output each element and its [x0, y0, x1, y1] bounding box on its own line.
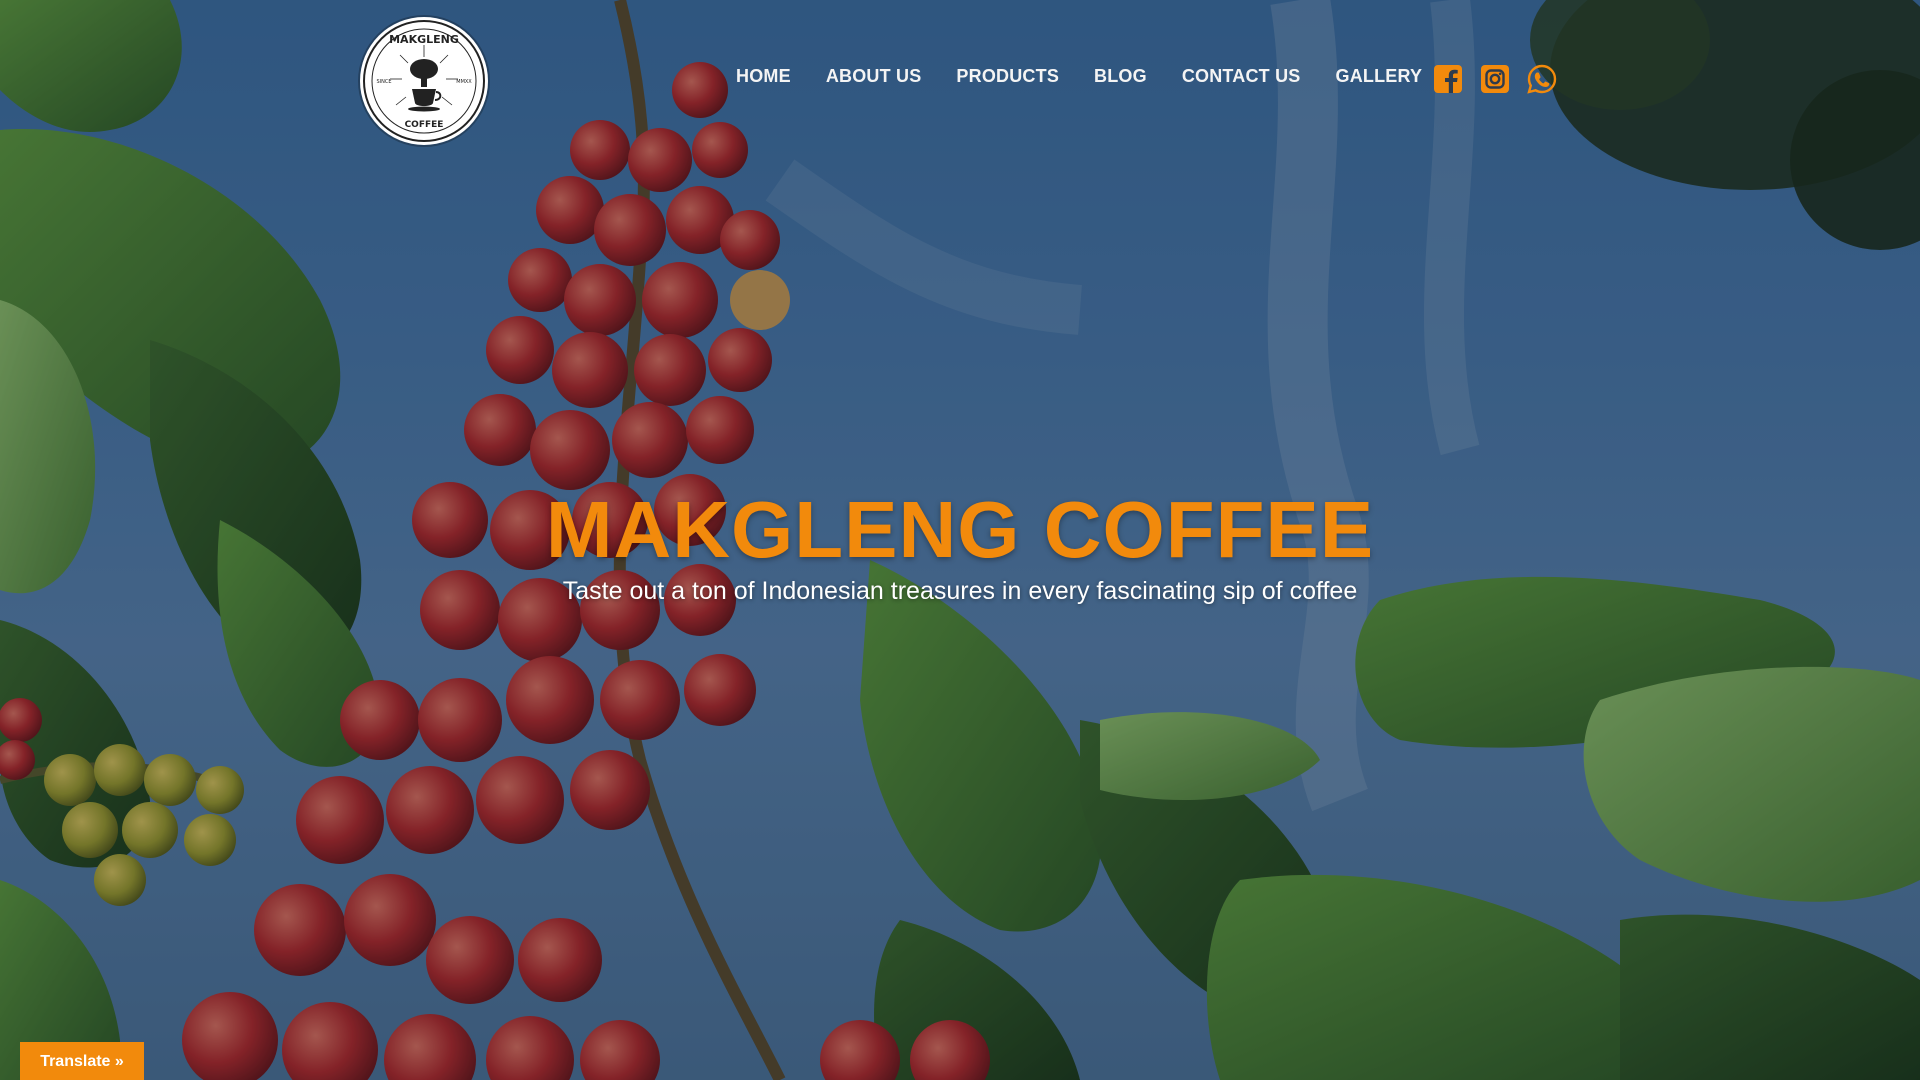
- nav-item-products[interactable]: PRODUCTS: [956, 66, 1059, 87]
- site-header: MAKGLENG COFFEE SINCE MMXX HOME ABOUT US…: [0, 0, 1920, 160]
- brand-logo[interactable]: MAKGLENG COFFEE SINCE MMXX: [360, 17, 488, 145]
- nav-item-home[interactable]: HOME: [736, 66, 791, 87]
- instagram-icon[interactable]: [1479, 63, 1511, 95]
- nav-item-about-us[interactable]: ABOUT US: [826, 66, 922, 87]
- svg-text:SINCE: SINCE: [376, 79, 391, 85]
- svg-text:MMXX: MMXX: [456, 79, 472, 85]
- social-links: [1432, 63, 1558, 95]
- nav-item-blog[interactable]: BLOG: [1094, 66, 1147, 87]
- whatsapp-icon[interactable]: [1526, 63, 1558, 95]
- nav-item-gallery[interactable]: GALLERY: [1336, 66, 1423, 87]
- nav-item-contact-us[interactable]: CONTACT US: [1182, 66, 1301, 87]
- hero-subtitle: Taste out a ton of Indonesian treasures …: [562, 577, 1358, 605]
- hero-section: MAKGLENG COFFEE SINCE MMXX HOME ABOUT US…: [0, 0, 1920, 1080]
- svg-text:MAKGLENG: MAKGLENG: [389, 33, 459, 46]
- svg-text:COFFEE: COFFEE: [405, 120, 444, 130]
- translate-button[interactable]: Translate »: [20, 1042, 144, 1080]
- main-nav: HOME ABOUT US PRODUCTS BLOG CONTACT US G…: [736, 66, 1457, 87]
- facebook-icon[interactable]: [1432, 63, 1464, 95]
- hero-title: MAKGLENG COFFEE: [545, 485, 1375, 574]
- coffee-logo-emblem: MAKGLENG COFFEE SINCE MMXX: [363, 20, 485, 142]
